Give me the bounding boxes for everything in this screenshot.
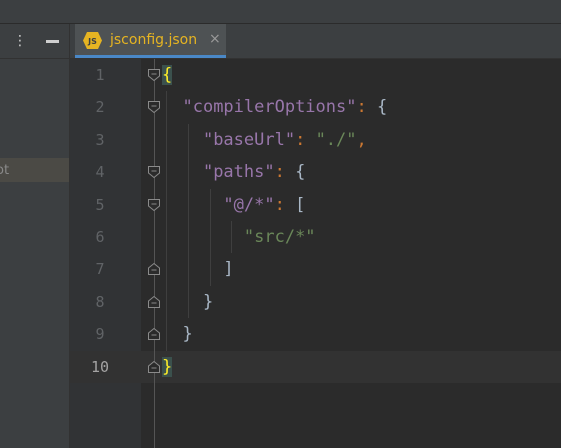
js-file-icon: JS	[83, 32, 102, 49]
line-number: 10	[90, 357, 110, 376]
line-number: 6	[95, 228, 105, 246]
tab-label: jsconfig.json	[110, 32, 198, 48]
code-token: :	[274, 162, 296, 183]
code-token: }	[162, 356, 173, 377]
code-token: }	[182, 324, 193, 345]
code-token: {	[162, 65, 173, 85]
editor-tab-bar: JS jsconfig.json ×	[70, 24, 561, 59]
code-token: "@/*"	[223, 194, 275, 215]
tab-jsconfig[interactable]: JS jsconfig.json ×	[75, 24, 226, 58]
fold-start-icon[interactable]	[147, 100, 161, 114]
more-options-icon[interactable]: ⋮	[13, 34, 27, 48]
project-tree-item[interactable]: ot	[0, 158, 69, 182]
line-number: 5	[95, 195, 105, 214]
gutter-separator	[154, 59, 155, 448]
code-token: {	[376, 97, 388, 118]
fold-end-icon[interactable]	[147, 262, 161, 276]
current-line-highlight	[70, 351, 561, 383]
line-number: 3	[95, 130, 105, 149]
indent-guide	[166, 91, 167, 351]
line-number: 8	[95, 292, 105, 311]
project-tree-item-label: ot	[0, 163, 10, 178]
line-number: 2	[95, 98, 105, 117]
code-token: :	[356, 97, 377, 118]
code-line[interactable]: "src/*"	[162, 221, 316, 253]
line-number: 7	[95, 260, 105, 279]
indent-guide	[231, 221, 233, 254]
fold-end-icon[interactable]	[147, 327, 161, 341]
code-token: ]	[223, 259, 234, 280]
code-editor[interactable]: 1{2 "compilerOptions": {3 "baseUrl": "./…	[70, 59, 561, 448]
code-token: "paths"	[202, 162, 275, 183]
code-line[interactable]: "paths": {	[162, 156, 305, 188]
fold-start-icon[interactable]	[147, 165, 161, 179]
close-icon[interactable]: ×	[209, 31, 221, 47]
code-token: "src/*"	[243, 227, 316, 247]
window-top-strip	[0, 0, 561, 24]
line-number: 1	[95, 66, 105, 84]
code-token: "compilerOptions"	[182, 97, 357, 118]
code-token: [	[295, 194, 306, 215]
active-tab-indicator	[75, 55, 226, 58]
line-number: 4	[95, 163, 105, 182]
code-line[interactable]: "compilerOptions": {	[162, 91, 387, 123]
code-line[interactable]: "@/*": [	[162, 189, 305, 221]
indent-guide	[209, 188, 211, 286]
fold-start-icon[interactable]	[147, 198, 161, 212]
project-panel	[0, 24, 70, 448]
code-line[interactable]: }	[162, 351, 173, 383]
fold-start-icon[interactable]	[147, 68, 161, 82]
code-token: :	[295, 129, 316, 150]
code-token: ,	[356, 129, 367, 150]
hide-panel-icon[interactable]	[46, 40, 59, 43]
fold-end-icon[interactable]	[147, 295, 161, 309]
indent-guide	[187, 123, 189, 319]
code-token: "./"	[315, 129, 357, 150]
line-number: 9	[95, 325, 105, 344]
code-token: }	[202, 291, 214, 312]
code-token: {	[295, 162, 306, 183]
project-panel-toolbar: ⋮	[0, 24, 69, 59]
code-line[interactable]: "baseUrl": "./",	[162, 124, 367, 156]
code-line[interactable]: ]	[162, 253, 234, 285]
code-line[interactable]: {	[162, 59, 173, 91]
fold-end-icon[interactable]	[147, 360, 161, 374]
code-token: "baseUrl"	[202, 129, 296, 150]
code-token: :	[274, 194, 296, 215]
svg-text:JS: JS	[87, 37, 97, 46]
